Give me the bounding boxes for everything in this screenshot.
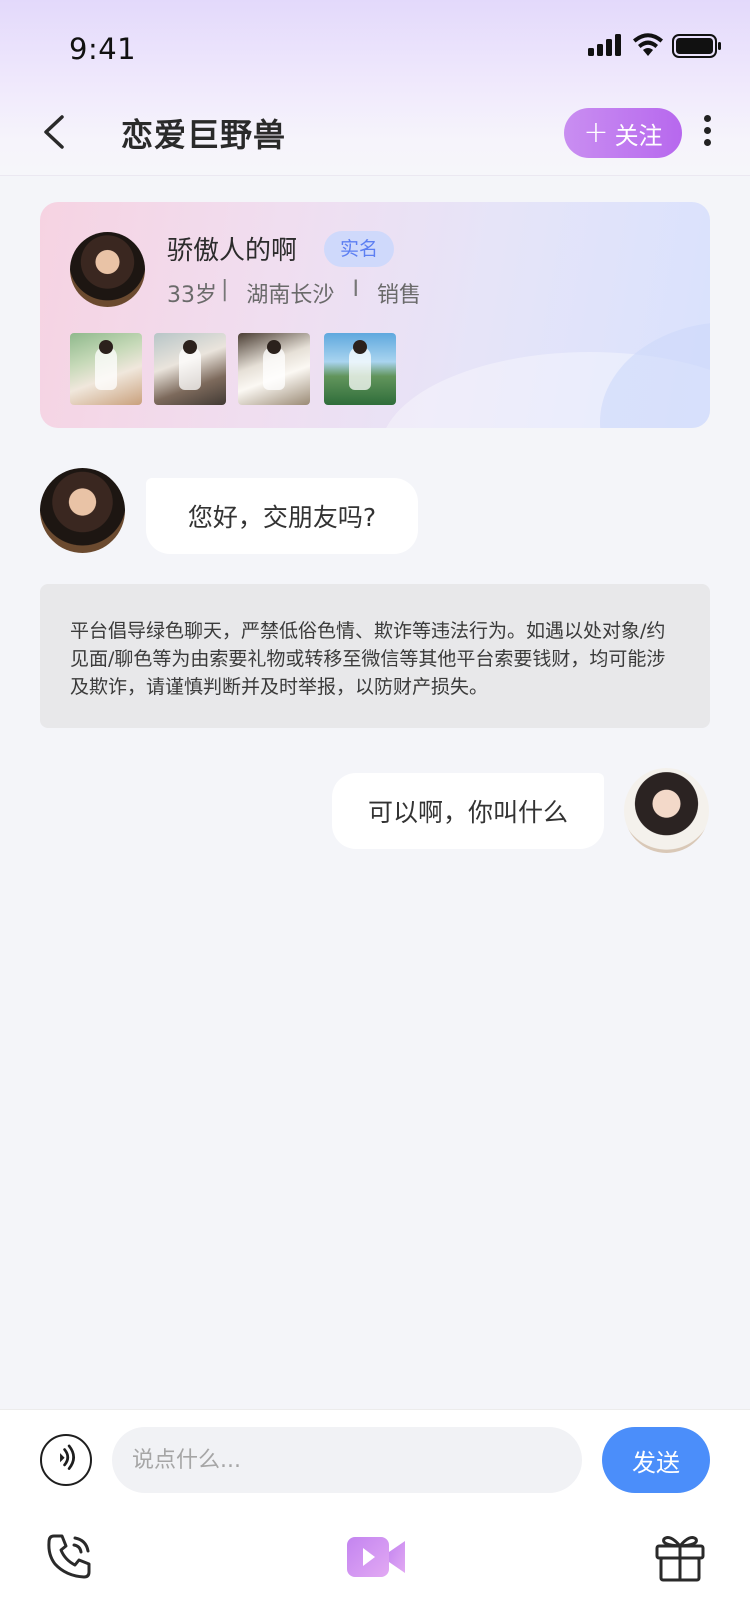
wifi-icon xyxy=(633,33,663,56)
message-bubble-outgoing[interactable]: 可以啊，你叫什么 xyxy=(332,773,604,849)
profile-photo[interactable] xyxy=(70,333,142,405)
profile-location: 湖南长沙 xyxy=(246,283,335,308)
voice-input-button[interactable] xyxy=(40,1434,92,1486)
signal-icon xyxy=(588,34,624,56)
page-title: 恋爱巨野兽 xyxy=(121,116,287,154)
phone-icon[interactable] xyxy=(42,1528,98,1584)
profile-occupation: 销售 xyxy=(376,283,421,308)
follow-button[interactable]: + 关注 xyxy=(564,108,682,158)
more-options-icon[interactable] xyxy=(700,115,714,151)
back-arrow-icon[interactable] xyxy=(38,112,74,152)
meta-separator: | xyxy=(221,277,229,302)
profile-card[interactable]: 骄傲人的啊 实名 33岁 | 湖南长沙 I 销售 xyxy=(40,202,710,428)
video-icon[interactable] xyxy=(345,1528,407,1584)
follow-label: 关注 xyxy=(614,121,663,150)
profile-avatar[interactable] xyxy=(70,232,145,307)
profile-name: 骄傲人的啊 xyxy=(167,236,298,266)
status-time: 9:41 xyxy=(69,32,137,66)
profile-photo[interactable] xyxy=(154,333,226,405)
message-bubble-incoming[interactable]: 您好，交朋友吗? xyxy=(146,478,418,554)
meta-separator: I xyxy=(352,277,359,302)
verified-badge: 实名 xyxy=(324,231,394,267)
profile-photo[interactable] xyxy=(324,333,396,405)
sender-avatar[interactable] xyxy=(40,468,125,553)
composer-bar: 发送 xyxy=(0,1409,750,1624)
profile-photos xyxy=(70,333,396,405)
plus-icon: + xyxy=(583,115,609,150)
gift-icon[interactable] xyxy=(652,1528,708,1584)
safety-notice: 平台倡导绿色聊天，严禁低俗色情、欺诈等违法行为。如遇以处对象/约见面/聊色等为由… xyxy=(40,584,710,728)
profile-age: 33岁 xyxy=(167,283,217,308)
nav-bar: 恋爱巨野兽 + 关注 xyxy=(0,100,750,176)
profile-photo[interactable] xyxy=(238,333,310,405)
self-avatar[interactable] xyxy=(624,768,709,853)
chat-screen: 9:41 恋爱巨野兽 + 关注 骄傲人的啊 实名 33岁 | 湖南长沙 I 销售… xyxy=(0,0,750,1624)
battery-icon xyxy=(672,34,721,58)
profile-meta: 33岁 | 湖南长沙 I 销售 xyxy=(167,277,421,309)
message-input[interactable] xyxy=(112,1427,582,1493)
card-decoration xyxy=(600,322,710,428)
send-button[interactable]: 发送 xyxy=(602,1427,710,1493)
voice-icon xyxy=(60,1444,75,1470)
status-bar: 9:41 xyxy=(0,0,750,100)
